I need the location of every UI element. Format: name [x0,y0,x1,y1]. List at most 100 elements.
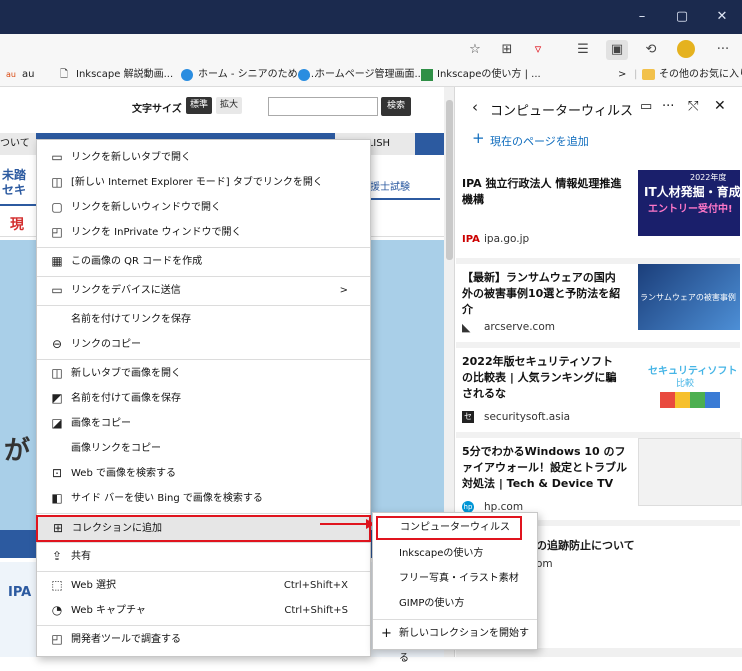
card-title: IPA 独立行政法人 情報処理推進機構 [462,177,622,206]
menu-divider [37,276,370,277]
devtools-icon: ◰ [51,632,63,646]
submenu-item-gimp[interactable]: GIMPの使い方 [373,591,537,616]
minimize-button[interactable]: – [622,0,662,34]
card-title: の追跡防止について [536,539,635,552]
divider: | [634,69,638,80]
plus-icon: + [381,626,392,641]
shortcut-label: Ctrl+Shift+S [284,605,348,616]
thumb-text: 比較 [676,379,695,389]
submenu-item-new-collection[interactable]: + 新しいコレクションを開始する [373,621,537,664]
context-menu: ▭ リンクを新しいタブで開く ◫ [新しい Internet Explorer モー… [36,139,371,657]
card-thumbnail: 2022年度 IT人材発掘・育成 エントリー受付中! [638,170,741,236]
page-scrollbar-thumb[interactable] [446,100,453,260]
web-search-image-icon: ⊡ [51,466,63,480]
favorite-star-icon[interactable]: ☆ [464,40,486,60]
plus-icon: + [472,129,485,147]
securitysoft-logo-icon: セ [462,411,474,423]
favorites-chevron-icon[interactable]: > [618,64,626,86]
menu-item-copy-link[interactable]: ⊖ リンクのコピー [37,332,370,357]
card-title: 5分でわかるWindows 10 のファイアウォール！設定とトラブル対処法 | … [462,445,627,490]
save-image-icon: ◩ [51,391,63,405]
favorites-list-icon[interactable]: ☰ [572,40,594,60]
menu-item-copy-image-link[interactable]: 画像リンクをコピー [37,436,370,461]
collection-card[interactable]: 【最新】ランサムウェアの国内外の被害事例10選と予防法を紹介 ◣ arcserv… [456,264,740,348]
ipa-logo-icon: IPA [462,234,480,245]
copy-image-icon: ◪ [51,416,63,430]
restore-button[interactable]: ▢ [662,0,702,34]
menu-item-inspect[interactable]: ◰ 開発者ツールで調査する [37,627,370,652]
favorite-item-inkscape-video[interactable]: Inkscape 解説動画... [76,64,173,86]
menu-item-qr-code[interactable]: ▦ この画像の QR コードを作成 [37,249,370,274]
red-arrow-icon [320,519,375,529]
page-fragment: IPA [8,585,32,600]
add-note-icon[interactable]: ▭ [640,99,652,114]
close-panel-icon[interactable]: ✕ [714,98,726,114]
pocket-icon[interactable]: ▿ [527,40,549,60]
menu-item-web-select[interactable]: ⬚ Web 選択 Ctrl+Shift+X [37,573,370,598]
card-title: 2022年版セキュリティソフトの比較表 | 人気ランキングに騙されるな [462,355,617,400]
site-search-input[interactable] [268,97,378,116]
submenu-item-free-photos[interactable]: フリー写真・イラスト素材 [373,566,537,591]
page-fragment: が [4,436,31,466]
back-arrow-icon[interactable]: ‹ [472,98,478,116]
toolbar [0,34,742,65]
menu-divider [37,571,370,572]
menu-divider [373,619,537,620]
menu-item-save-image-as[interactable]: ◩ 名前を付けて画像を保存 [37,386,370,411]
close-window-button[interactable]: ✕ [702,0,742,34]
qr-code-icon: ▦ [51,254,63,268]
collection-card[interactable]: IPA 独立行政法人 情報処理推進機構 IPA ipa.go.jp 2022年度… [456,170,741,264]
submenu-item-inkscape[interactable]: Inkscapeの使い方 [373,541,537,566]
menu-item-send-to-device[interactable]: ▭ リンクをデバイスに送信 > [37,278,370,303]
menu-item-open-link-new-window[interactable]: ▢ リンクを新しいウィンドウで開く [37,195,370,220]
au-logo-icon[interactable]: au [6,64,16,86]
profile-icon[interactable] [677,40,695,58]
menu-item-open-image-new-tab[interactable]: ◫ 新しいタブで画像を開く [37,361,370,386]
add-current-page-button[interactable]: 現在のページを追加 [490,133,589,149]
menu-divider [37,305,370,306]
menu-item-sidebar-bing-search[interactable]: ◧ サイド バーを使い Bing で画像を検索する [37,486,370,511]
more-icon[interactable]: ··· [712,40,734,60]
favorite-item-inkscape-howto[interactable]: Inkscapeの使い方 | ... [437,64,541,86]
menu-item-web-capture[interactable]: ◔ Web キャプチャ Ctrl+Shift+S [37,598,370,623]
font-size-large-button[interactable]: 拡大 [216,97,242,114]
new-tab-icon: ▭ [51,150,63,164]
thumb-text: エントリー受付中! [648,204,733,215]
card-source: arcserve.com [484,321,555,333]
page-heading: 現 [10,217,24,233]
thumb-text: セキュリティソフト [648,366,738,377]
menu-item-web-image-search[interactable]: ⊡ Web で画像を検索する [37,461,370,486]
favorite-item-homepage-admin[interactable]: ホームページ管理画面... [315,64,424,86]
menu-item-share[interactable]: ⇪ 共有 [37,544,370,569]
apps-icon[interactable]: ⊞ [496,40,518,60]
card-thumbnail: セキュリティソフト 比較 [638,348,740,414]
nav-item-about[interactable]: ついて [0,133,36,155]
site-search-button[interactable]: 検索 [381,97,411,116]
page-fragment: セキ [2,183,27,197]
inkscape-icon [421,69,433,81]
site-icon [298,69,310,81]
menu-item-save-link-as[interactable]: 名前を付けてリンクを保存 [37,307,370,332]
thumb-text: 2022年度 [690,173,727,182]
share-icon: ⇪ [51,549,63,563]
pin-panel-icon[interactable]: ⤲ [688,99,698,114]
new-window-icon: ▢ [51,200,63,214]
menu-item-open-link-new-tab[interactable]: ▭ リンクを新しいタブで開く [37,145,370,170]
collections-icon[interactable]: ▣ [606,40,628,60]
panel-more-icon[interactable]: ··· [662,99,674,114]
menu-item-open-link-inprivate[interactable]: ◰ リンクを InPrivate ウィンドウで開く [37,220,370,245]
menu-divider [37,625,370,626]
link-icon: ⊖ [51,337,63,351]
font-size-standard-button[interactable]: 標準 [186,97,212,114]
history-icon[interactable]: ⟲ [640,40,662,60]
card-title: 【最新】ランサムウェアの国内外の被害事例10選と予防法を紹介 [462,271,621,316]
card-thumbnail [638,438,742,506]
menu-divider [37,247,370,248]
send-device-icon: ▭ [51,283,63,297]
submenu-item-computer-virus[interactable]: コンピューターウィルス [376,516,522,540]
collection-card[interactable]: 2022年版セキュリティソフトの比較表 | 人気ランキングに騙されるな セ se… [456,348,740,438]
menu-item-open-link-ie-mode[interactable]: ◫ [新しい Internet Explorer モード] タブでリンクを開く [37,170,370,195]
other-favorites[interactable]: その他のお気に入り [659,64,742,86]
menu-item-copy-image[interactable]: ◪ 画像をコピー [37,411,370,436]
favorite-item-au[interactable]: au [22,64,34,86]
